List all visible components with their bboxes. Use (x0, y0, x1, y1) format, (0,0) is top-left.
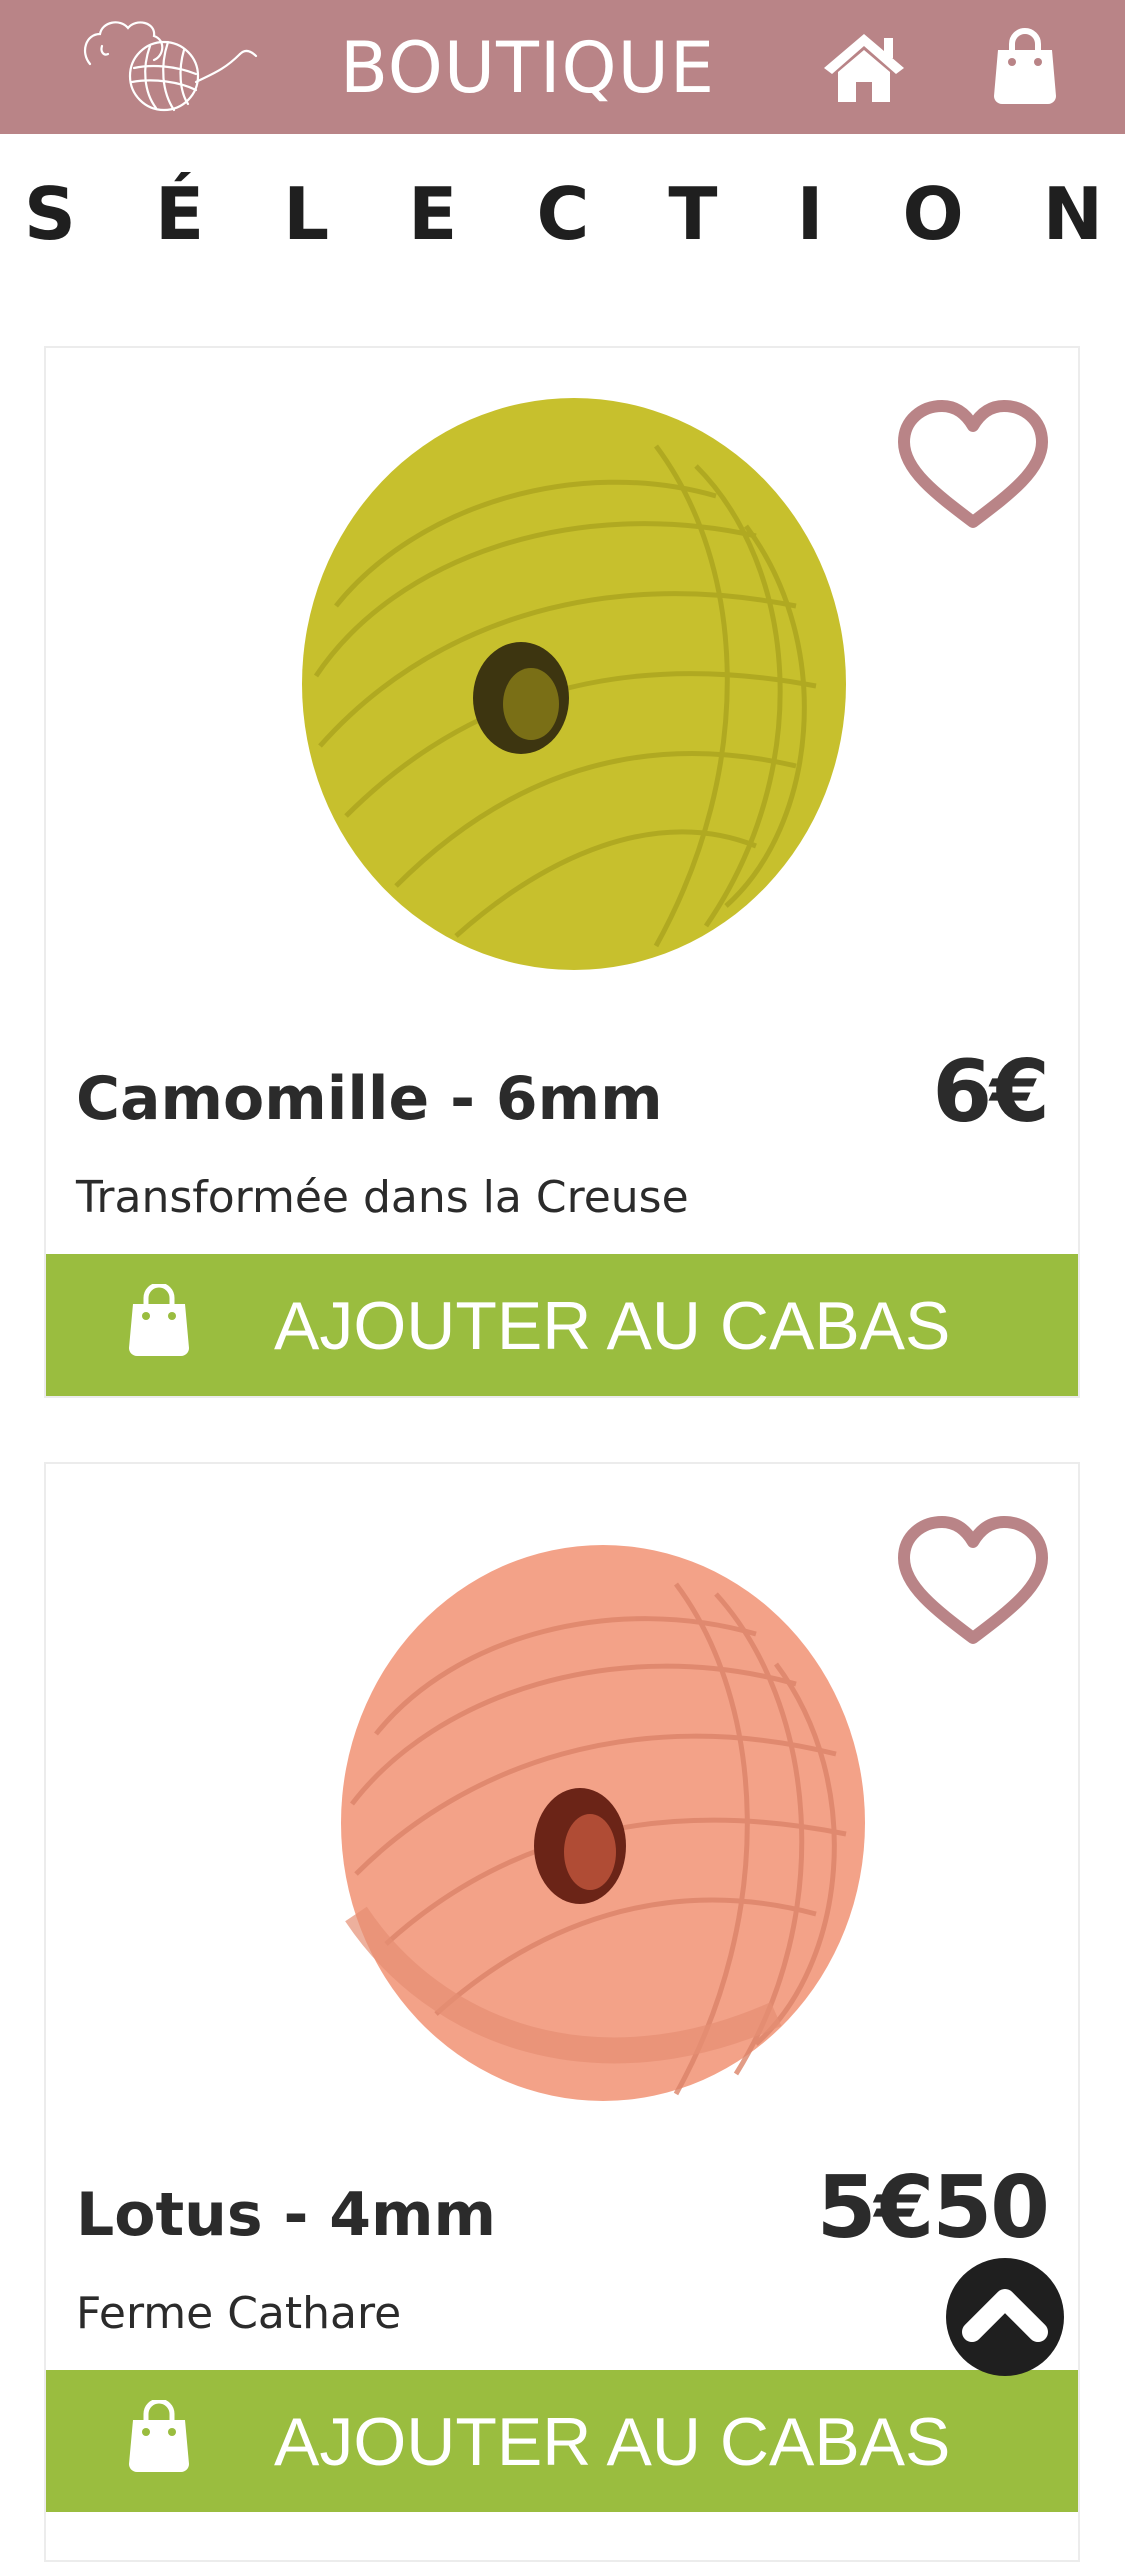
section-title-letter: I (796, 172, 824, 256)
shopping-bag-icon (129, 2400, 189, 2472)
add-to-cart-label: AJOUTER AU CABAS (274, 2404, 951, 2480)
product-origin: Ferme Cathare (76, 2288, 402, 2339)
heart-outline-icon[interactable] (896, 1514, 1050, 1650)
product-price: 5€50 (816, 2158, 1050, 2258)
section-title-letter: C (536, 172, 590, 256)
add-to-cart-label: AJOUTER AU CABAS (274, 1288, 951, 1364)
section-title-letter: T (668, 172, 718, 256)
heart-outline-icon[interactable] (896, 398, 1050, 534)
product-name[interactable]: Lotus - 4mm (76, 2180, 496, 2250)
shopping-bag-icon[interactable] (992, 28, 1058, 104)
section-title-letter: L (283, 172, 330, 256)
product-origin: Transformée dans la Creuse (76, 1172, 689, 1223)
section-title-letter: S (24, 172, 76, 256)
product-name[interactable]: Camomille - 6mm (76, 1064, 663, 1134)
yarn-ball-image[interactable] (276, 386, 872, 982)
brand-title[interactable]: BOUTIQUE (340, 24, 750, 112)
add-to-cart-button[interactable]: AJOUTER AU CABAS (46, 1254, 1078, 1396)
top-bar: BOUTIQUE (0, 0, 1125, 134)
section-title-letter: É (154, 172, 205, 256)
product-price: 6€ (932, 1042, 1050, 1142)
section-title-letter: E (408, 172, 458, 256)
section-title-letter: O (902, 172, 964, 256)
sheep-yarn-logo-icon[interactable] (72, 12, 260, 118)
scroll-to-top-button[interactable] (946, 2258, 1064, 2376)
product-card[interactable]: Lotus - 4mm 5€50 Ferme Cathare AJOUTER A… (44, 1462, 1080, 2562)
product-card[interactable]: Camomille - 6mm 6€ Transformée dans la C… (44, 346, 1080, 1398)
section-title-letter: N (1042, 172, 1103, 256)
yarn-ball-image[interactable] (316, 1534, 890, 2112)
chevron-up-icon (962, 2289, 1048, 2342)
home-icon[interactable] (822, 30, 906, 104)
shopping-bag-icon (129, 1284, 189, 1356)
section-title: S É L E C T I O N (0, 168, 1125, 260)
add-to-cart-button[interactable]: AJOUTER AU CABAS (46, 2370, 1078, 2512)
